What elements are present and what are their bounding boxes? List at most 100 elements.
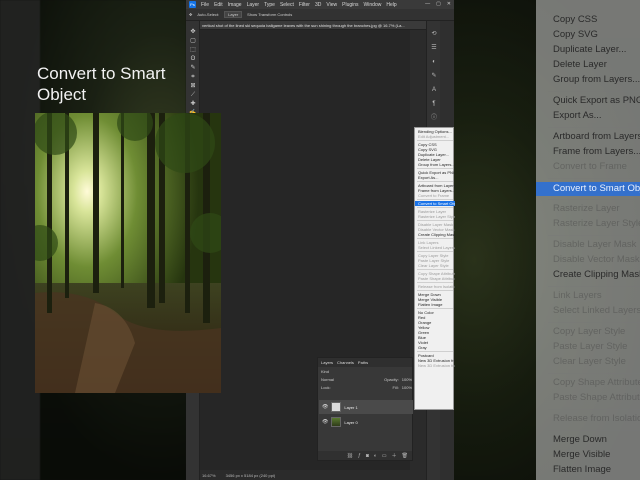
maximize-icon[interactable]: ▢ [436,1,441,7]
zoomed-menu-separator [548,235,640,236]
context-menu: Blending Options... Edit Adjustment... Cop… [414,127,455,410]
lasso-tool-icon[interactable]: ʘ [189,56,197,63]
menu-separator [417,220,453,221]
zoomed-menu-item-merge-down: Merge Down [553,434,607,445]
move-tool-icon[interactable]: ✥ [189,29,197,36]
visibility-eye-icon[interactable]: 👁 [322,404,328,410]
opacity-label: Opacity: [384,376,399,382]
menu-separator [417,290,453,291]
document-tab[interactable]: vertical shot of the lined ski sequoia b… [200,21,454,30]
blend-mode-dropdown[interactable]: Normal [321,377,334,382]
visibility-eye-icon[interactable]: 👁 [322,419,328,425]
menu-edit[interactable]: Edit [214,2,223,8]
menu-item-export-as[interactable]: Export As... [415,175,455,180]
character-panel-icon[interactable]: A [430,87,438,94]
auto-select-label[interactable]: Auto-Select: [197,12,219,17]
menu-separator [417,140,453,141]
close-icon[interactable]: ✕ [447,1,451,7]
brush-panel-icon[interactable]: ✎ [430,73,438,80]
layer-row-0[interactable]: 👁 Layer 0 [319,415,413,429]
zoomed-menu-item-convert-to-smart-object: Convert to Smart Object [536,182,640,196]
minimize-icon[interactable]: — [425,1,430,7]
zoomed-menu-separator [548,199,640,200]
lock-label: Lock: [321,384,331,390]
menu-help[interactable]: Help [386,2,396,8]
menu-item-flatten-image[interactable]: Flatten Image [415,302,455,307]
menu-item-convert-to-smart-object[interactable]: Convert to Smart Object [415,201,455,206]
zoomed-menu-separator [548,127,640,128]
adjustment-icon[interactable]: ◐ [374,453,377,459]
zoomed-menu-item-convert-to-frame: Convert to Frame [553,161,627,172]
menu-separator [417,207,453,208]
zoomed-menu-item-artboard-from-layers: Artboard from Layers... [553,131,640,142]
menu-3d[interactable]: 3D [315,2,321,8]
menu-separator [417,238,453,239]
menu-layer[interactable]: Layer [247,2,260,8]
menu-item-edit-adjustment: Edit Adjustment... [418,134,450,139]
menu-item-group-from-layers[interactable]: Group from Layers... [415,162,455,167]
zoomed-menu-item-merge-visible: Merge Visible [553,449,611,460]
menu-item-convert-to-frame: Convert to Frame [418,193,450,198]
show-transform-controls[interactable]: Show Transform Controls [247,12,292,17]
marquee-tool-icon[interactable]: ⬚ [189,47,197,54]
zoomed-menu-item-export-as: Export As... [553,110,602,121]
zoomed-menu-item-rasterize-layer: Rasterize Layer [553,203,620,214]
zoomed-menu-item-flatten-image: Flatten Image [553,464,612,475]
layers-panel-footer: ⛓ ƒ ◙ ◐ ▭ ＋ 🗑 [318,451,412,460]
opacity-value[interactable]: 100% [402,377,412,382]
menu-view[interactable]: View [326,2,337,8]
zoomed-menu-item-disable-vector-mask: Disable Vector Mask [553,254,640,265]
zoomed-menu-item-disable-layer-mask: Disable Layer Mask [553,239,637,250]
history-panel-icon[interactable]: ⟲ [430,31,438,38]
auto-select-dropdown[interactable]: Layer [224,11,243,18]
menu-separator [417,282,453,283]
menu-type[interactable]: Type [264,2,275,8]
zoomed-menu-separator [548,373,640,374]
forest-photo [35,113,221,393]
zoomed-menu-separator [548,322,640,323]
link-icon[interactable]: ⛓ [347,453,353,459]
layer-thumbnail [331,402,342,412]
folder-icon[interactable]: ▭ [382,453,387,459]
zoomed-menu-item-release-from-isolation: Release from Isolation [553,413,640,424]
menu-item-create-clipping-mask[interactable]: Create Clipping Mask [415,232,455,237]
zoomed-menu-separator [548,409,640,410]
menu-image[interactable]: Image [228,2,242,8]
tab-layers[interactable]: Layers [321,360,333,365]
artboard-tool-icon[interactable]: ▢ [189,38,197,45]
filter-kind[interactable]: Kind [321,369,329,374]
tab-paths[interactable]: Paths [358,360,368,365]
paragraph-panel-icon[interactable]: ¶ [430,101,438,108]
tab-channels[interactable]: Channels [337,360,354,365]
zoomed-menu-item-copy-shape-attributes: Copy Shape Attributes [553,377,640,388]
status-bar: 16.67% 3456 px x 5184 px (240 ppi) [200,470,426,480]
document-dimensions: 3456 px x 5184 px (240 ppi) [225,472,276,478]
properties-panel-icon[interactable]: ☰ [430,45,438,52]
adjustments-panel-icon[interactable]: ◐ [430,59,438,66]
mask-icon[interactable]: ◙ [366,453,369,459]
menu-separator [417,351,453,352]
layer-row-1[interactable]: 👁 Layer 1 [319,400,413,414]
new-layer-icon[interactable]: ＋ [392,452,397,459]
zoomed-menu-item-create-clipping-mask: Create Clipping Mask [553,269,640,280]
zoom-level[interactable]: 16.67% [202,473,216,478]
menu-item-gray[interactable]: Gray [415,345,455,350]
menu-filter[interactable]: Filter [299,2,310,8]
info-panel-icon[interactable]: ⓘ [430,115,438,122]
menu-window[interactable]: Window [364,2,382,8]
fill-value[interactable]: 100% [402,385,412,390]
menu-plugins[interactable]: Plugins [342,2,358,8]
menu-file[interactable]: File [201,2,209,8]
zoomed-menu-item-frame-from-layers: Frame from Layers... [553,146,640,157]
trash-icon[interactable]: 🗑 [402,453,408,459]
fx-icon[interactable]: ƒ [358,453,361,459]
overlay-title: Convert to Smart Object [37,64,166,104]
menu-item-clear-layer-style: Clear Layer Style [418,263,449,268]
zoomed-menu-item-copy-layer-style: Copy Layer Style [553,326,626,337]
options-bar: ✥ Auto-Select: Layer Show Transform Cont… [186,9,454,21]
menu-select[interactable]: Select [280,2,294,8]
menu-bar: Ps File Edit Image Layer Type Select Filter 3D V… [186,0,454,9]
lock-row: Lock: Fill: 100% [318,383,412,391]
move-tool-icon[interactable]: ✥ [189,12,192,17]
menu-separator [417,269,453,270]
